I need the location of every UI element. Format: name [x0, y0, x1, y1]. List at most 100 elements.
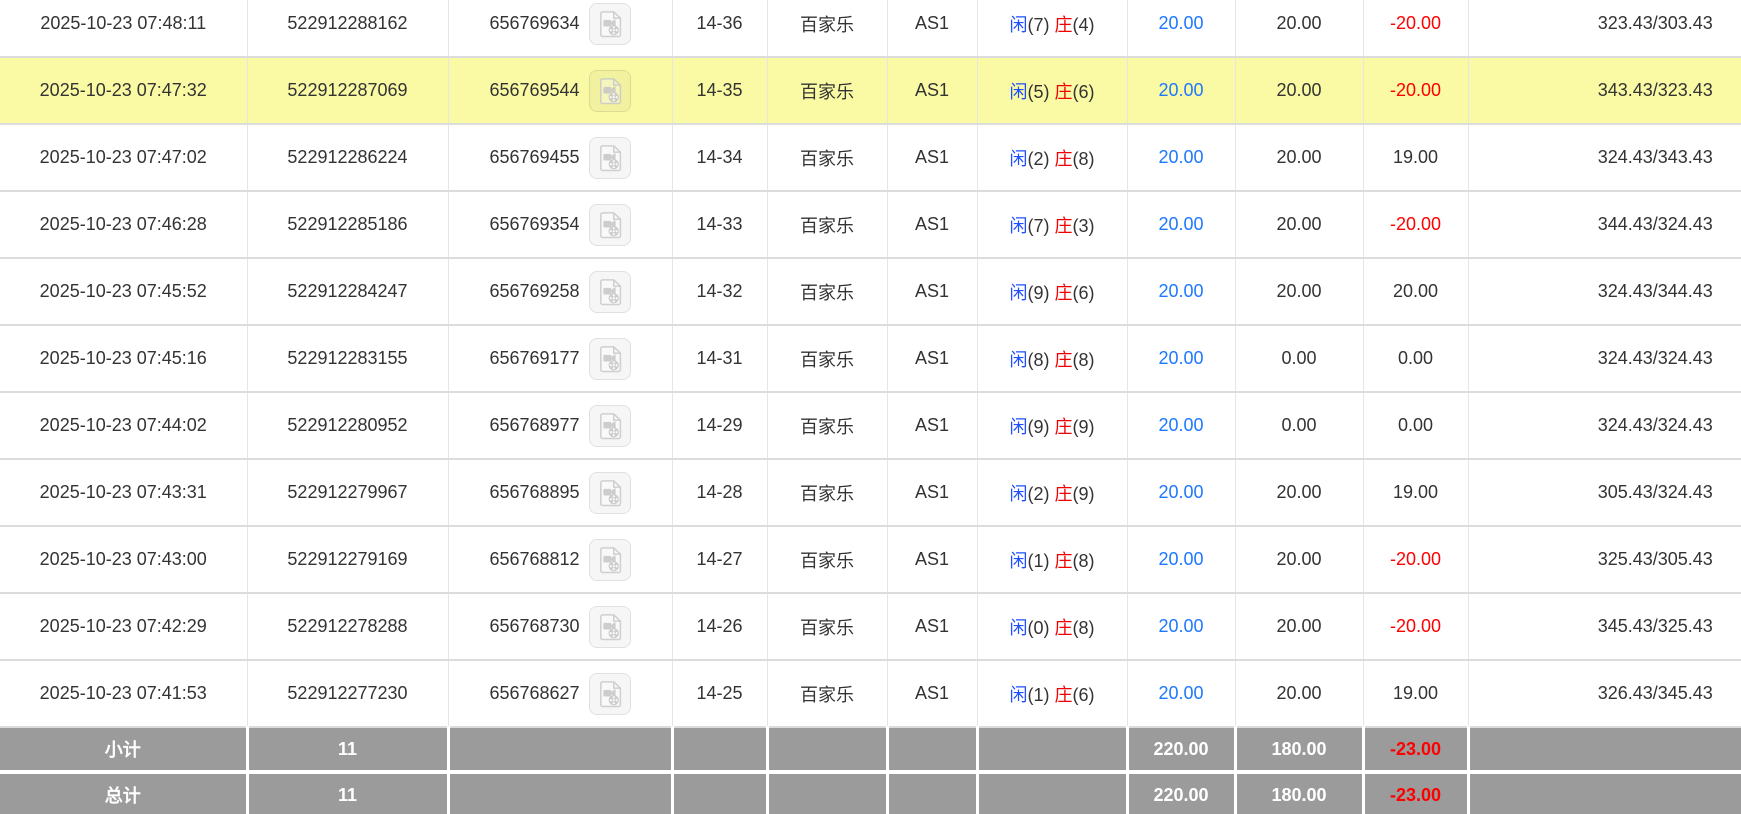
banker-result-label: 庄: [1055, 685, 1073, 705]
table-row[interactable]: 2025-10-23 07:41:53 522912277230 6567686…: [0, 660, 1741, 727]
order-id-cell: 522912279967: [247, 459, 448, 526]
balance-cell: 344.43/324.43: [1468, 191, 1741, 258]
balance-cell: 326.43/345.43: [1468, 660, 1741, 727]
game-id-cell: 656768730: [448, 593, 672, 660]
bet-amount-cell: 20.00: [1127, 124, 1235, 191]
table-name-cell: AS1: [887, 124, 977, 191]
valid-amount-cell: 20.00: [1235, 124, 1363, 191]
total-empty-cell: [977, 772, 1127, 814]
table-row[interactable]: 2025-10-23 07:47:32 522912287069 6567695…: [0, 57, 1741, 124]
video-replay-button[interactable]: [589, 271, 631, 313]
subtotal-valid-total: 180.00: [1235, 727, 1363, 772]
order-id-cell: 522912277230: [247, 660, 448, 727]
bet-time-cell: 2025-10-23 07:48:11: [0, 0, 247, 57]
valid-amount-cell: 20.00: [1235, 660, 1363, 727]
bet-time-cell: 2025-10-23 07:42:29: [0, 593, 247, 660]
table-row[interactable]: 2025-10-23 07:46:28 522912285186 6567693…: [0, 191, 1741, 258]
bet-time-cell: 2025-10-23 07:43:31: [0, 459, 247, 526]
subtotal-count: 11: [247, 727, 448, 772]
balance-cell: 324.43/344.43: [1468, 258, 1741, 325]
summary-body: 小计 11 220.00 180.00 -23.00 总计 11: [0, 727, 1741, 814]
win-loss-cell: -20.00: [1363, 0, 1468, 57]
banker-result-score: (8): [1073, 350, 1095, 370]
player-result-label: 闲: [1009, 216, 1027, 236]
banker-result-label: 庄: [1055, 417, 1073, 437]
valid-amount-cell: 20.00: [1235, 258, 1363, 325]
bet-time-cell: 2025-10-23 07:47:02: [0, 124, 247, 191]
banker-result-score: (8): [1073, 618, 1095, 638]
video-replay-button[interactable]: [589, 539, 631, 581]
video-replay-button[interactable]: [589, 606, 631, 648]
total-empty-cell: [1468, 772, 1741, 814]
round-cell: 14-34: [672, 124, 767, 191]
game-type-cell: 百家乐: [767, 392, 887, 459]
banker-result-label: 庄: [1055, 618, 1073, 638]
banker-result-score: (6): [1073, 283, 1095, 303]
game-type-cell: 百家乐: [767, 325, 887, 392]
game-id-cell: 656769544: [448, 57, 672, 124]
table-row[interactable]: 2025-10-23 07:43:00 522912279169 6567688…: [0, 526, 1741, 593]
video-replay-button[interactable]: [589, 472, 631, 514]
player-result-score: (2): [1027, 484, 1049, 504]
game-id-cell: 656769177: [448, 325, 672, 392]
game-id-value: 656768627: [489, 682, 579, 702]
game-id-cell: 656769258: [448, 258, 672, 325]
valid-amount-cell: 20.00: [1235, 57, 1363, 124]
order-id-cell: 522912285186: [247, 191, 448, 258]
result-cell: 闲(1) 庄(8): [977, 526, 1127, 593]
total-bet-total: 220.00: [1127, 772, 1235, 814]
video-replay-button[interactable]: [589, 70, 631, 112]
total-empty-cell: [887, 772, 977, 814]
bet-amount-cell: 20.00: [1127, 57, 1235, 124]
result-cell: 闲(7) 庄(4): [977, 0, 1127, 57]
bet-amount-cell: 20.00: [1127, 191, 1235, 258]
video-replay-button[interactable]: [589, 673, 631, 715]
player-result-score: (1): [1027, 685, 1049, 705]
table-row[interactable]: 2025-10-23 07:48:11 522912288162 6567696…: [0, 0, 1741, 57]
table-row[interactable]: 2025-10-23 07:44:02 522912280952 6567689…: [0, 392, 1741, 459]
game-id-cell: 656768812: [448, 526, 672, 593]
result-cell: 闲(5) 庄(6): [977, 57, 1127, 124]
table-row[interactable]: 2025-10-23 07:45:16 522912283155 6567691…: [0, 325, 1741, 392]
video-replay-button[interactable]: [589, 405, 631, 447]
table-row[interactable]: 2025-10-23 07:45:52 522912284247 6567692…: [0, 258, 1741, 325]
banker-result-label: 庄: [1055, 350, 1073, 370]
subtotal-row: 小计 11 220.00 180.00 -23.00: [0, 727, 1741, 772]
game-type-cell: 百家乐: [767, 459, 887, 526]
order-id-cell: 522912278288: [247, 593, 448, 660]
bet-time-cell: 2025-10-23 07:45:16: [0, 325, 247, 392]
valid-amount-cell: 20.00: [1235, 0, 1363, 57]
round-cell: 14-26: [672, 593, 767, 660]
banker-result-score: (4): [1073, 15, 1095, 35]
table-row[interactable]: 2025-10-23 07:47:02 522912286224 6567694…: [0, 124, 1741, 191]
win-loss-cell: 20.00: [1363, 258, 1468, 325]
game-id-value: 656769544: [489, 79, 579, 99]
video-replay-button[interactable]: [589, 204, 631, 246]
round-cell: 14-36: [672, 0, 767, 57]
subtotal-empty-cell: [448, 727, 672, 772]
bet-amount-cell: 20.00: [1127, 258, 1235, 325]
video-replay-button[interactable]: [589, 338, 631, 380]
video-replay-button[interactable]: [589, 3, 631, 45]
video-replay-button[interactable]: [589, 137, 631, 179]
banker-result-label: 庄: [1055, 551, 1073, 571]
table-name-cell: AS1: [887, 392, 977, 459]
balance-cell: 345.43/325.43: [1468, 593, 1741, 660]
round-cell: 14-28: [672, 459, 767, 526]
table-row[interactable]: 2025-10-23 07:43:31 522912279967 6567688…: [0, 459, 1741, 526]
total-empty-cell: [767, 772, 887, 814]
player-result-label: 闲: [1009, 82, 1027, 102]
table-name-cell: AS1: [887, 258, 977, 325]
video-replay-icon: [595, 344, 625, 374]
banker-result-label: 庄: [1055, 216, 1073, 236]
player-result-score: (7): [1027, 216, 1049, 236]
game-type-cell: 百家乐: [767, 660, 887, 727]
banker-result-label: 庄: [1055, 82, 1073, 102]
win-loss-cell: 19.00: [1363, 124, 1468, 191]
order-id-cell: 522912280952: [247, 392, 448, 459]
win-loss-cell: -20.00: [1363, 191, 1468, 258]
subtotal-win-total: -23.00: [1363, 727, 1468, 772]
bet-time-cell: 2025-10-23 07:44:02: [0, 392, 247, 459]
subtotal-empty-cell: [977, 727, 1127, 772]
table-row[interactable]: 2025-10-23 07:42:29 522912278288 6567687…: [0, 593, 1741, 660]
